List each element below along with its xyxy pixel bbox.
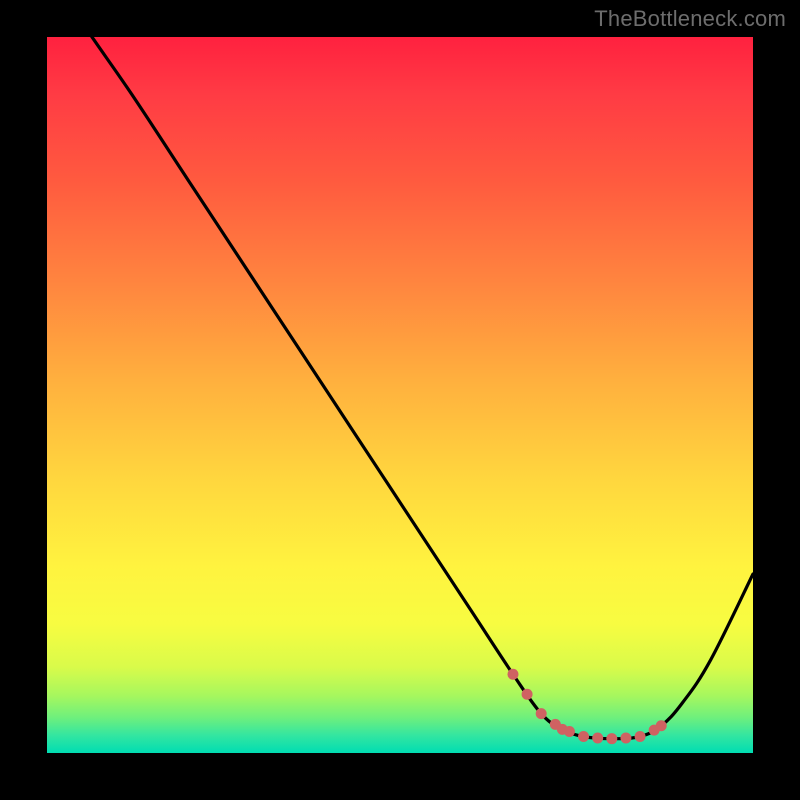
highlight-dot: [656, 720, 667, 731]
highlight-dot: [635, 731, 646, 742]
highlight-dot: [564, 726, 575, 737]
highlight-dot: [578, 731, 589, 742]
bottleneck-curve: [47, 0, 753, 739]
chart-frame: TheBottleneck.com: [0, 0, 800, 800]
highlight-dot: [592, 732, 603, 743]
watermark-text: TheBottleneck.com: [594, 6, 786, 32]
plot-area: [47, 37, 753, 753]
highlight-dot: [522, 689, 533, 700]
highlight-dot: [536, 708, 547, 719]
highlight-dot: [606, 733, 617, 744]
highlight-dot: [620, 732, 631, 743]
highlight-dots: [507, 669, 666, 744]
chart-svg: [47, 37, 753, 753]
highlight-dot: [507, 669, 518, 680]
